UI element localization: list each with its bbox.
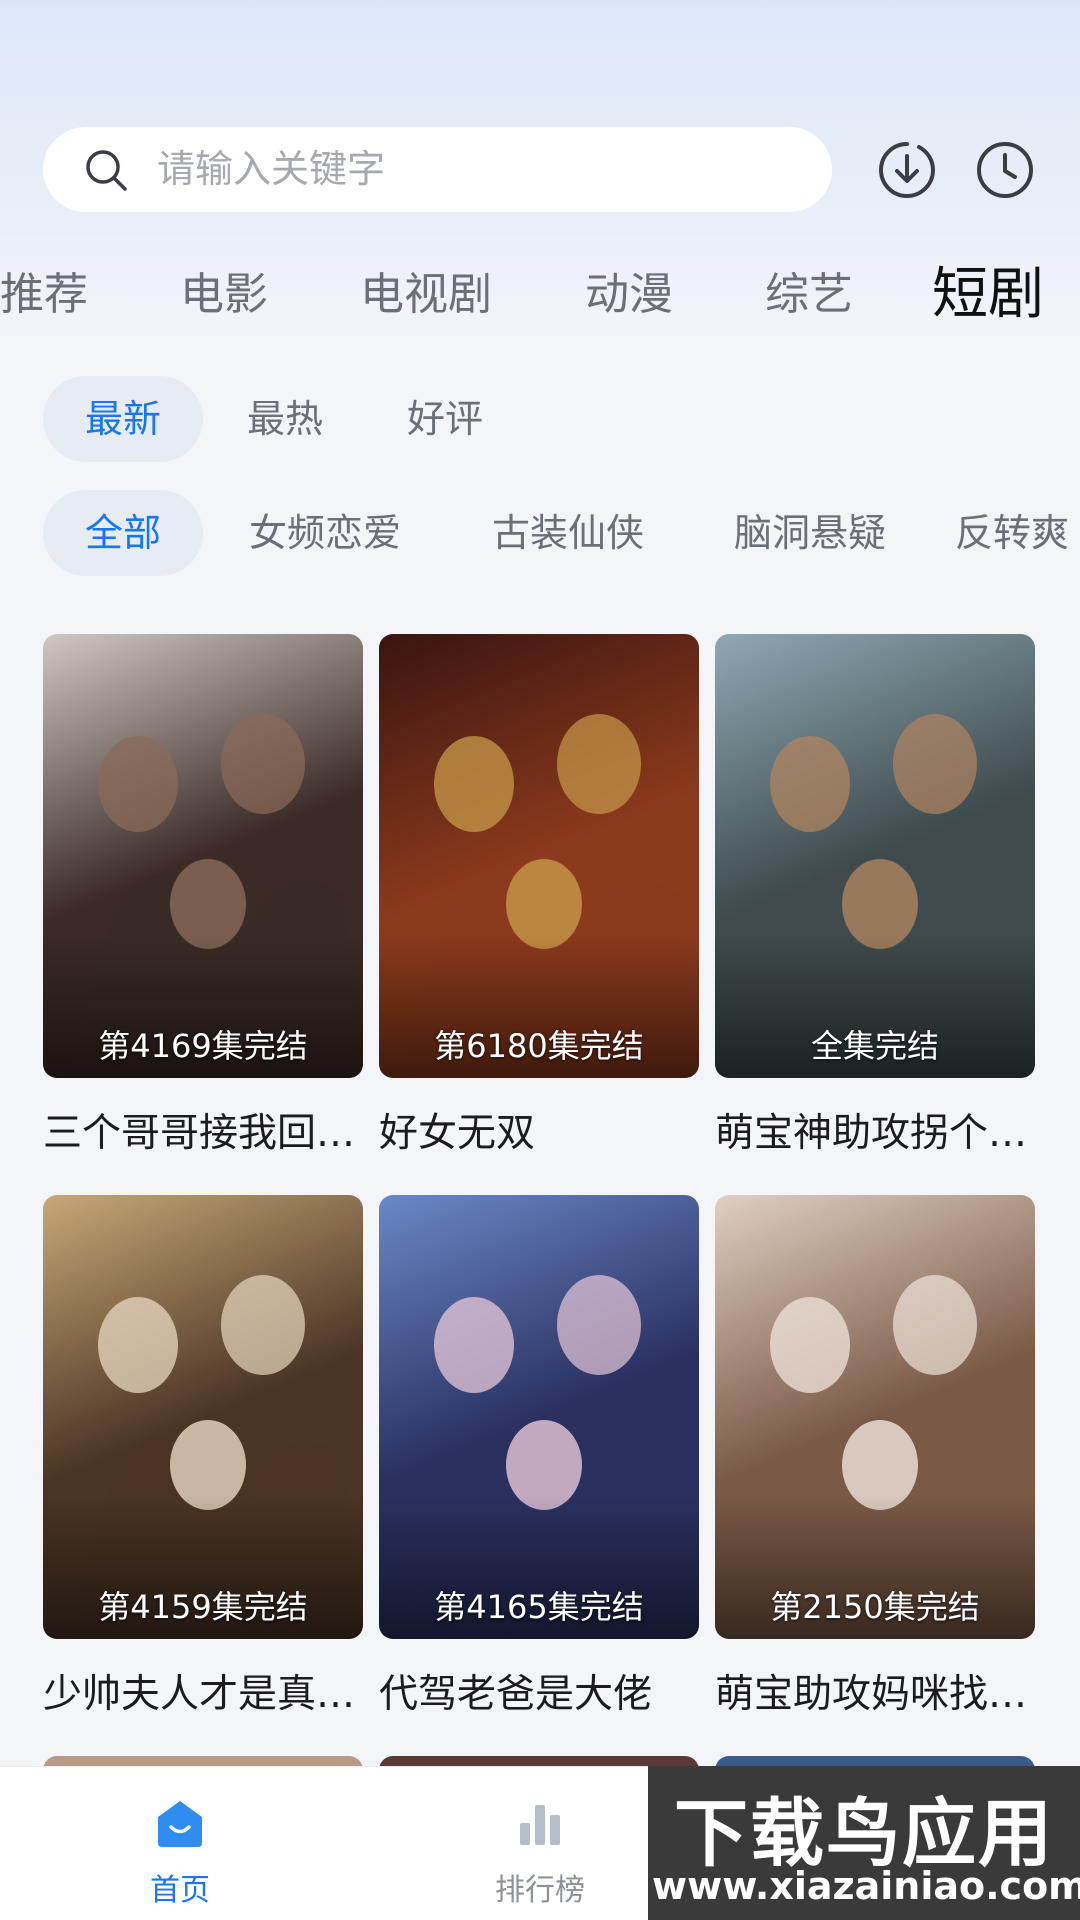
tab-anime[interactable]: 动漫 — [585, 260, 673, 330]
episode-badge: 第2150集完结 — [770, 1588, 980, 1626]
category-tabs: 推荐 电影 电视剧 动漫 综艺 短剧 — [0, 260, 1080, 330]
history-clock-icon[interactable] — [973, 138, 1037, 202]
poster-artwork — [715, 634, 1035, 1078]
episode-badge: 全集完结 — [810, 1027, 939, 1065]
sort-options: 最新 最热 好评 — [0, 376, 1080, 462]
poster-image — [715, 634, 1035, 1078]
drama-title: 萌宝助攻妈咪找… — [715, 1672, 1028, 1717]
genre-reversal[interactable]: 反转爽 — [955, 490, 1080, 576]
nav-ranking[interactable]: 排行榜 — [440, 1767, 640, 1920]
tab-short-drama[interactable]: 短剧 — [932, 260, 1044, 330]
genre-costume[interactable]: 古装仙侠 — [468, 490, 668, 576]
tab-recommend[interactable]: 推荐 — [0, 260, 88, 330]
bar-chart-icon — [520, 1805, 560, 1845]
tab-variety[interactable]: 综艺 — [765, 260, 853, 330]
poster-artwork — [715, 1195, 1035, 1639]
poster-artwork — [379, 634, 699, 1078]
tab-movie[interactable]: 电影 — [180, 260, 268, 330]
watermark-url: www.xiazainiao.com — [652, 1864, 1080, 1908]
genre-mystery[interactable]: 脑洞悬疑 — [710, 490, 910, 576]
sort-hottest[interactable]: 最热 — [205, 376, 365, 462]
drama-title: 三个哥哥接我回… — [43, 1111, 356, 1156]
episode-badge: 第4165集完结 — [434, 1588, 644, 1626]
episode-badge: 第6180集完结 — [434, 1027, 644, 1065]
sort-top-rated[interactable]: 好评 — [365, 376, 525, 462]
drama-title: 少帅夫人才是真… — [43, 1672, 356, 1717]
genre-romance[interactable]: 女频恋爱 — [225, 490, 425, 576]
poster-image — [379, 1195, 699, 1639]
poster-artwork — [379, 1195, 699, 1639]
app-screen: 请输入关键字 推荐 电影 电视剧 动漫 综艺 短剧 最新 最热 好评 全部 女频… — [0, 0, 1080, 1920]
nav-ranking-label: 排行榜 — [495, 1873, 585, 1908]
drama-title: 萌宝神助攻拐个… — [715, 1111, 1028, 1156]
poster-image — [715, 1195, 1035, 1639]
search-icon — [86, 150, 127, 191]
poster-image — [43, 1195, 363, 1639]
drama-title: 好女无双 — [379, 1111, 536, 1156]
drama-title: 代驾老爸是大佬 — [379, 1672, 653, 1717]
poster-image — [43, 634, 363, 1078]
sort-newest[interactable]: 最新 — [43, 376, 203, 462]
tab-tv-series[interactable]: 电视剧 — [360, 260, 492, 330]
download-icon[interactable] — [875, 138, 939, 202]
genre-filter: 全部 女频恋爱 古装仙侠 脑洞悬疑 反转爽 — [0, 490, 1080, 576]
poster-image — [379, 634, 699, 1078]
poster-artwork — [43, 1195, 363, 1639]
episode-badge: 第4159集完结 — [98, 1588, 308, 1626]
poster-artwork — [43, 634, 363, 1078]
episode-badge: 第4169集完结 — [98, 1027, 308, 1065]
nav-home[interactable]: 首页 — [80, 1767, 280, 1920]
search-bar[interactable]: 请输入关键字 — [43, 127, 832, 212]
home-icon — [158, 1801, 202, 1847]
genre-all[interactable]: 全部 — [43, 490, 203, 576]
nav-home-label: 首页 — [150, 1873, 210, 1908]
search-placeholder: 请输入关键字 — [157, 147, 386, 191]
watermark-logo: 下载鸟应用 www.xiazainiao.com — [648, 1766, 1080, 1920]
